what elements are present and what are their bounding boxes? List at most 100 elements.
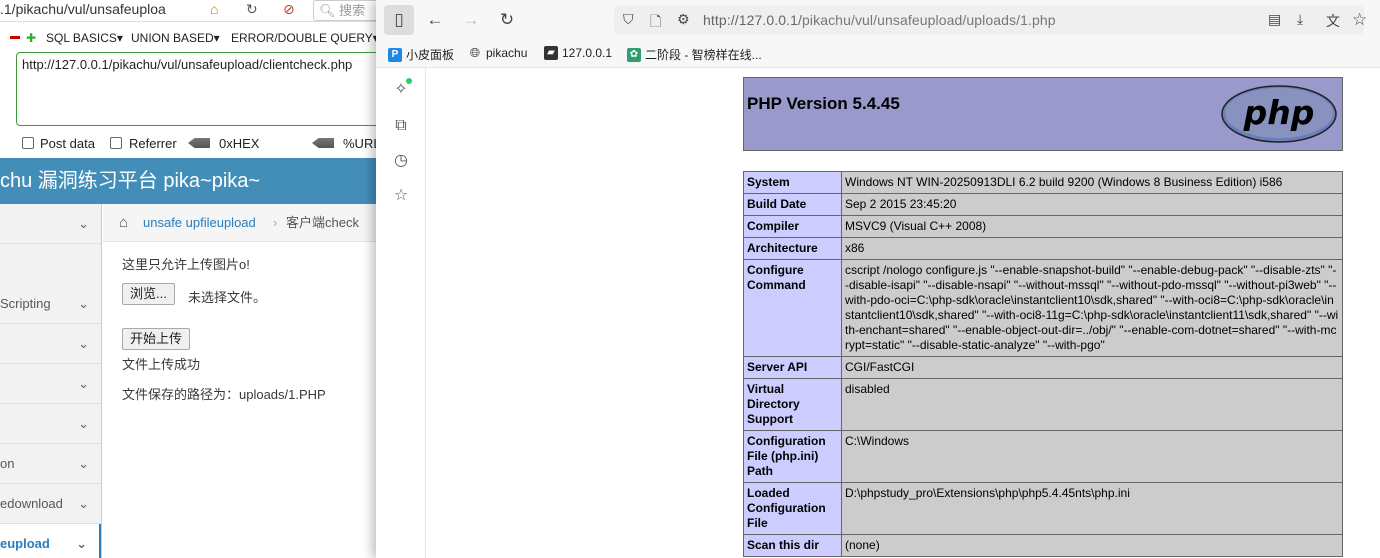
xiaopi-icon: P	[388, 47, 402, 62]
bookmarks-icon[interactable]: ☆	[391, 186, 411, 206]
phpinfo-value: x86	[841, 237, 1343, 260]
breadcrumb: ⌂ unsafe upfileupload › 客户端check	[103, 204, 376, 242]
globe-icon: 🌐︎	[469, 45, 481, 60]
sidebar-item-label: on	[0, 456, 15, 471]
phpinfo-row: Virtual Directory Support disabled	[743, 378, 1343, 431]
sidebar-item-1[interactable]: ⌄	[0, 204, 101, 244]
upload-intro: 这里只允许上传图片o!	[122, 257, 250, 272]
bookmark-label: pikachu	[486, 46, 528, 60]
bookmarks-bar: P 小皮面板 🌐︎ pikachu ▰ 127.0.0.1 ✿ 二阶段 - 智榜…	[376, 40, 1380, 68]
address-bar[interactable]: ⛉ 🗋 ⚙ http://127.0.0.1/pikachu/vul/unsaf…	[614, 5, 1364, 35]
left-search-box[interactable]: 🔍︎ 搜索	[313, 0, 376, 21]
bookmark-localhost[interactable]: ▰ 127.0.0.1	[544, 46, 612, 60]
referrer-label: Referrer	[129, 136, 177, 151]
shield-icon[interactable]: ⛉	[623, 11, 634, 28]
browser-toolbar: ▯ ← → ↻ ⛉ 🗋 ⚙ http://127.0.0.1/pikachu/v…	[376, 0, 1380, 40]
post-data-checkbox[interactable]	[22, 137, 34, 149]
sidebar-item-label: edownload	[0, 496, 63, 511]
phpinfo-row: System Windows NT WIN-20250913DLI 6.2 bui…	[743, 171, 1343, 194]
phpinfo-row: Architecture x86	[743, 237, 1343, 260]
hackbar-menu-union-based[interactable]: UNION BASED▾	[131, 31, 220, 45]
plus-icon[interactable]: ✚	[26, 31, 36, 45]
sidebar-icon: ▯	[394, 10, 404, 29]
back-arrow-icon: ←	[426, 10, 444, 29]
sidebar-item-6[interactable]: on ⌄	[0, 444, 101, 484]
translate-icon[interactable]: 文	[1326, 11, 1340, 31]
reader-view-icon[interactable]: ▤	[1268, 11, 1281, 28]
tabs-sync-icon[interactable]: ⧉	[391, 116, 411, 136]
bookmark-label: 二阶段 - 智榜样在线...	[645, 48, 762, 62]
upload-button[interactable]: 开始上传	[122, 328, 191, 350]
phpinfo-key: System	[743, 171, 842, 194]
bookmark-zhibangyang[interactable]: ✿ 二阶段 - 智榜样在线...	[627, 46, 762, 63]
saved-path-text: 文件保存的路径为：uploads/1.PHP	[122, 387, 326, 402]
desktop: .1/pikachu/vul/unsafeuploa ⌂ ↻ ⊘ 🔍︎ 搜索 ▬…	[0, 0, 1380, 558]
breadcrumb-separator: ›	[273, 215, 278, 230]
notification-dot	[406, 78, 412, 84]
phpinfo-key: Server API	[743, 356, 842, 379]
phpinfo-value: disabled	[841, 378, 1343, 431]
left-url-text[interactable]: .1/pikachu/vul/unsafeuploa	[0, 1, 166, 17]
sidebar-item-label: eupload	[0, 536, 50, 551]
hackbar-menu-error-double[interactable]: ERROR/DOUBLE QUERY▾	[231, 31, 376, 45]
phpinfo-header: PHP Version 5.4.45 php	[743, 77, 1343, 151]
url-text[interactable]: http://127.0.0.1/pikachu/vul/unsafeuploa…	[703, 12, 1056, 28]
phpinfo-key: Architecture	[743, 237, 842, 260]
chevron-down-icon: ⌄	[78, 456, 89, 471]
reload-icon[interactable]: ↻	[246, 1, 258, 18]
url-arrow-icon[interactable]	[312, 138, 334, 148]
home-icon[interactable]: ⌂	[210, 1, 218, 17]
chevron-down-icon: ⌄	[78, 296, 89, 311]
sidebar-item-4[interactable]: ⌄	[0, 364, 101, 404]
sidebar-item-3[interactable]: ⌄	[0, 324, 101, 364]
forward-arrow-icon: →	[462, 10, 480, 29]
phpinfo-row: Configuration File (php.ini) Path C:\Wind…	[743, 430, 1343, 483]
ai-sparkle-icon[interactable]: ✧	[391, 78, 412, 100]
phpinfo-table: System Windows NT WIN-20250913DLI 6.2 bui…	[743, 171, 1343, 557]
sidebar-toggle-button[interactable]: ▯	[384, 5, 414, 35]
bookmark-pikachu[interactable]: 🌐︎ pikachu	[468, 45, 528, 61]
php-logo-text: php	[1243, 93, 1315, 132]
phpinfo-key: Loaded Configuration File	[743, 482, 842, 535]
sidebar-item-fileupload[interactable]: eupload ⌄	[0, 524, 101, 558]
phpinfo-key: Virtual Directory Support	[743, 378, 842, 431]
sidebar-item-filedownload[interactable]: edownload ⌄	[0, 484, 101, 524]
hackbar-options: Post data Referrer 0xHEX %URL	[0, 134, 376, 154]
reload-button[interactable]: ↻	[492, 5, 522, 35]
search-placeholder: 搜索	[339, 3, 366, 18]
bookmark-star-icon[interactable]: ☆	[1352, 10, 1367, 30]
history-icon[interactable]: ◷	[391, 151, 411, 171]
vertical-sidebar: ✧ ⧉ ◷ ☆	[376, 68, 426, 558]
post-data-label: Post data	[40, 136, 95, 151]
hackbar-url-field[interactable]: http://127.0.0.1/pikachu/vul/unsafeuploa…	[16, 52, 376, 126]
phpinfo-value: cscript /nologo configure.js "--enable-s…	[841, 259, 1343, 357]
hackbar-menu-sql-basics[interactable]: SQL BASICS▾	[46, 31, 123, 45]
breadcrumb-link[interactable]: unsafe upfileupload	[143, 204, 256, 242]
browse-button[interactable]: 浏览...	[122, 283, 175, 305]
block-icon[interactable]: ⊘	[283, 1, 295, 18]
upload-success-text: 文件上传成功	[122, 357, 201, 372]
chevron-down-icon: ⌄	[78, 376, 89, 391]
sidebar-item-xss[interactable]: Scripting ⌄	[0, 284, 101, 324]
referrer-checkbox[interactable]	[110, 137, 122, 149]
home-icon[interactable]: ⌂	[119, 204, 128, 242]
hex-arrow-icon[interactable]	[188, 138, 210, 148]
phpinfo-row: Scan this dir (none)	[743, 534, 1343, 557]
site-title: chu 漏洞练习平台 pika~pika~	[0, 170, 261, 192]
foreground-browser-window: ▯ ← → ↻ ⛉ 🗋 ⚙ http://127.0.0.1/pikachu/v…	[376, 0, 1380, 558]
left-address-bar[interactable]: .1/pikachu/vul/unsafeuploa ⌂ ↻ ⊘ 🔍︎ 搜索	[0, 0, 376, 22]
permissions-icon[interactable]: ⚙	[677, 11, 690, 28]
leaf-icon: ✿	[627, 47, 641, 62]
bookmark-xiaopi[interactable]: P 小皮面板	[388, 46, 454, 63]
page-icon: 🗋	[650, 13, 662, 29]
download-icon[interactable]: ⤓	[1297, 11, 1303, 28]
minus-icon[interactable]: ▬	[10, 31, 20, 42]
url-encode-label[interactable]: %URL	[343, 136, 376, 151]
hex-label[interactable]: 0xHEX	[219, 136, 259, 151]
back-button[interactable]: ←	[420, 5, 450, 35]
forward-button[interactable]: →	[456, 5, 486, 35]
url-path: pikachu/vul/unsafeupload/uploads/1.php	[802, 12, 1056, 28]
chevron-down-icon: ⌄	[78, 216, 89, 231]
breadcrumb-current: 客户端check	[286, 215, 359, 230]
sidebar-item-5[interactable]: ⌄	[0, 404, 101, 444]
